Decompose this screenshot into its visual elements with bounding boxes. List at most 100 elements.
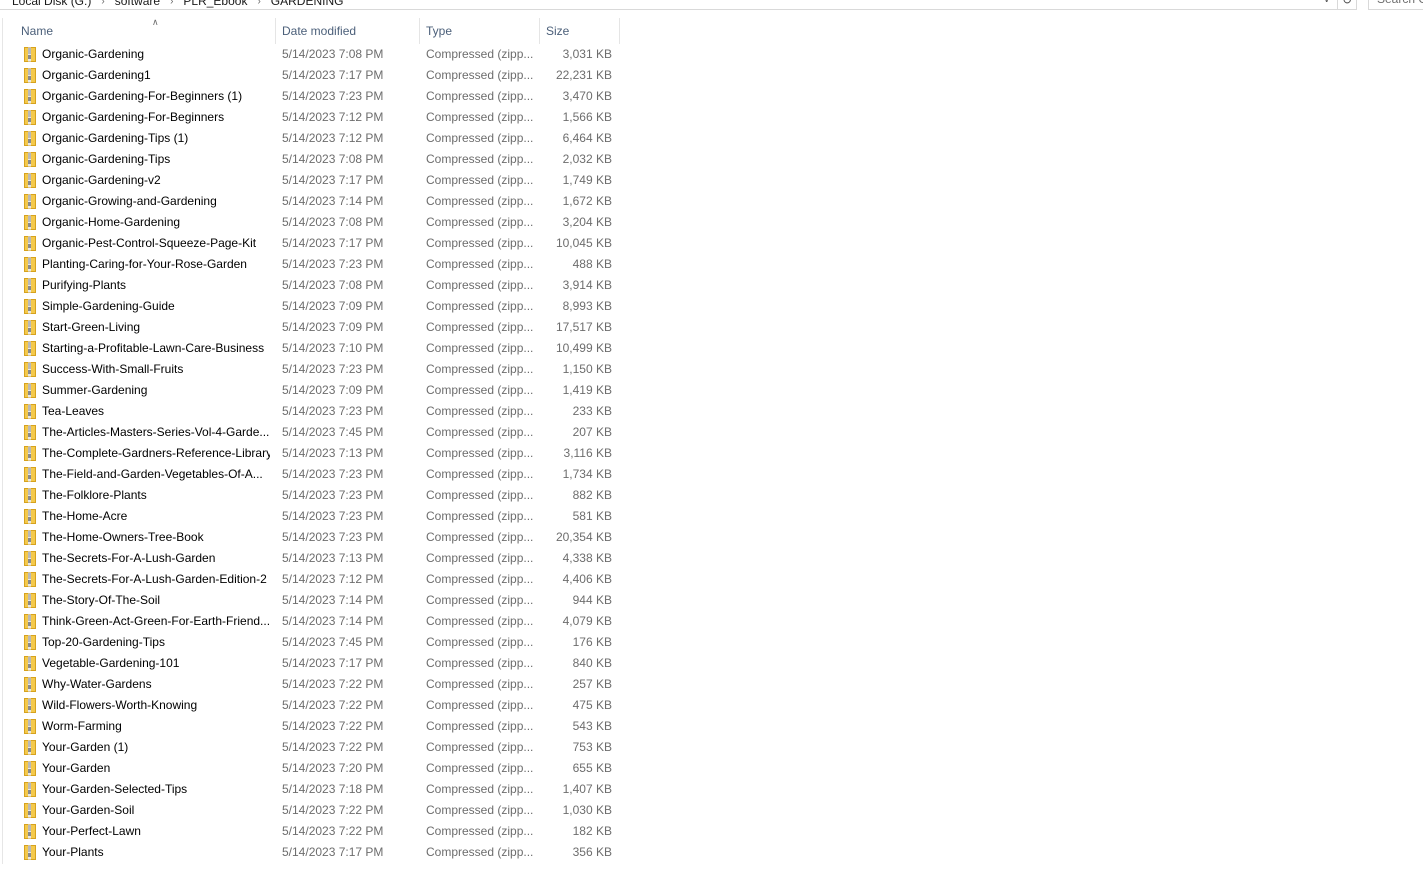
- file-date-modified: 5/14/2023 7:22 PM: [282, 677, 384, 691]
- file-name: Think-Green-Act-Green-For-Earth-Friend..…: [42, 614, 270, 628]
- file-type: Compressed (zipp...: [426, 131, 534, 145]
- file-date-modified: 5/14/2023 7:23 PM: [282, 530, 384, 544]
- file-type: Compressed (zipp...: [426, 698, 534, 712]
- file-date-modified: 5/14/2023 7:12 PM: [282, 110, 384, 124]
- file-type: Compressed (zipp...: [426, 593, 534, 607]
- file-type: Compressed (zipp...: [426, 47, 534, 61]
- file-size: 3,914 KB: [562, 278, 612, 292]
- file-date-modified: 5/14/2023 7:08 PM: [282, 278, 384, 292]
- file-type: Compressed (zipp...: [426, 152, 534, 166]
- file-type: Compressed (zipp...: [426, 236, 534, 250]
- column-header-size[interactable]: Size: [540, 18, 620, 44]
- column-header-size-label: Size: [546, 24, 570, 38]
- file-name: Worm-Farming: [42, 719, 122, 733]
- file-name: The-Folklore-Plants: [42, 488, 147, 502]
- file-name: Organic-Gardening: [42, 47, 145, 61]
- file-size: 17,517 KB: [555, 320, 612, 334]
- file-size: 257 KB: [572, 677, 612, 691]
- file-type: Compressed (zipp...: [426, 551, 534, 565]
- file-name: Starting-a-Profitable-Lawn-Care-Business: [42, 341, 265, 355]
- file-name: The-Secrets-For-A-Lush-Garden: [42, 551, 216, 565]
- search-input[interactable]: Search G: [1368, 0, 1423, 10]
- file-name: Planting-Caring-for-Your-Rose-Garden: [42, 257, 247, 271]
- file-name: Your-Garden-Soil: [42, 803, 135, 817]
- breadcrumb-plr-ebook[interactable]: PLR_Ebook: [181, 0, 249, 8]
- column-header-type[interactable]: Type: [420, 18, 540, 44]
- file-size: 655 KB: [572, 761, 612, 775]
- file-name: Vegetable-Gardening-101: [42, 656, 180, 670]
- zip-folder-icon: [24, 845, 36, 860]
- file-name: Organic-Gardening-Tips (1): [42, 131, 189, 145]
- file-type: Compressed (zipp...: [426, 215, 534, 229]
- file-type: Compressed (zipp...: [426, 194, 534, 208]
- file-size: 4,406 KB: [562, 572, 612, 586]
- chevron-right-icon[interactable]: ›: [162, 0, 181, 7]
- column-header-date[interactable]: Date modified: [276, 18, 420, 44]
- file-type: Compressed (zipp...: [426, 530, 534, 544]
- file-size: 182 KB: [572, 824, 612, 838]
- zip-folder-icon: [24, 530, 36, 545]
- zip-folder-icon: [24, 68, 36, 83]
- file-type: Compressed (zipp...: [426, 89, 534, 103]
- zip-folder-icon: [24, 215, 36, 230]
- file-name: Wild-Flowers-Worth-Knowing: [42, 698, 198, 712]
- file-type: Compressed (zipp...: [426, 614, 534, 628]
- breadcrumb-software[interactable]: software: [113, 0, 162, 8]
- file-date-modified: 5/14/2023 7:17 PM: [282, 845, 384, 859]
- file-date-modified: 5/14/2023 7:22 PM: [282, 719, 384, 733]
- file-date-modified: 5/14/2023 7:17 PM: [282, 68, 384, 82]
- zip-folder-icon: [24, 320, 36, 335]
- zip-folder-icon: [24, 824, 36, 839]
- file-name: Your-Garden: [42, 761, 111, 775]
- breadcrumb-gardening[interactable]: GARDENING: [269, 0, 346, 8]
- file-name: Organic-Pest-Control-Squeeze-Page-Kit: [42, 236, 257, 250]
- zip-folder-icon: [24, 236, 36, 251]
- file-date-modified: 5/14/2023 7:23 PM: [282, 509, 384, 523]
- file-name: Your-Garden-Selected-Tips: [42, 782, 188, 796]
- column-header-type-label: Type: [426, 24, 453, 38]
- file-size: 840 KB: [572, 656, 612, 670]
- file-size: 543 KB: [572, 719, 612, 733]
- zip-folder-icon: [24, 404, 36, 419]
- file-size: 356 KB: [572, 845, 612, 859]
- file-size: 233 KB: [572, 404, 612, 418]
- file-date-modified: 5/14/2023 7:23 PM: [282, 362, 384, 376]
- file-date-modified: 5/14/2023 7:10 PM: [282, 341, 384, 355]
- breadcrumb-local-disk[interactable]: Local Disk (G:): [10, 0, 93, 8]
- file-name: Top-20-Gardening-Tips: [42, 635, 165, 649]
- file-date-modified: 5/14/2023 7:09 PM: [282, 299, 384, 313]
- zip-folder-icon: [24, 446, 36, 461]
- chevron-right-icon[interactable]: ›: [249, 0, 268, 7]
- file-type: Compressed (zipp...: [426, 824, 534, 838]
- file-type: Compressed (zipp...: [426, 782, 534, 796]
- file-size: 1,030 KB: [562, 803, 612, 817]
- refresh-button[interactable]: ↻: [1337, 0, 1357, 10]
- file-type: Compressed (zipp...: [426, 425, 534, 439]
- breadcrumb: Local Disk (G:) › software › PLR_Ebook ›…: [10, 0, 345, 8]
- file-type: Compressed (zipp...: [426, 740, 534, 754]
- column-divider[interactable]: [619, 18, 620, 44]
- file-size: 3,116 KB: [563, 446, 612, 460]
- pane-divider: [2, 18, 3, 864]
- chevron-down-icon[interactable]: ∨: [1323, 0, 1330, 5]
- zip-folder-icon: [24, 278, 36, 293]
- file-size: 1,419 KB: [562, 383, 612, 397]
- file-type: Compressed (zipp...: [426, 320, 534, 334]
- file-size: 1,734 KB: [562, 467, 612, 481]
- file-size: 944 KB: [572, 593, 612, 607]
- column-header-name[interactable]: ∧ Name: [12, 17, 276, 44]
- file-name: Your-Plants: [42, 845, 104, 859]
- file-name: The-Home-Acre: [42, 509, 128, 523]
- chevron-right-icon[interactable]: ›: [93, 0, 112, 7]
- zip-folder-icon: [24, 131, 36, 146]
- file-name: The-Field-and-Garden-Vegetables-Of-A...: [42, 467, 263, 481]
- file-type: Compressed (zipp...: [426, 845, 534, 859]
- file-date-modified: 5/14/2023 7:13 PM: [282, 551, 384, 565]
- file-name: Organic-Home-Gardening: [42, 215, 181, 229]
- file-date-modified: 5/14/2023 7:23 PM: [282, 467, 384, 481]
- file-size: 2,032 KB: [562, 152, 612, 166]
- file-type: Compressed (zipp...: [426, 257, 534, 271]
- file-name: Why-Water-Gardens: [42, 677, 152, 691]
- file-size: 10,045 KB: [555, 236, 612, 250]
- file-date-modified: 5/14/2023 7:45 PM: [282, 425, 384, 439]
